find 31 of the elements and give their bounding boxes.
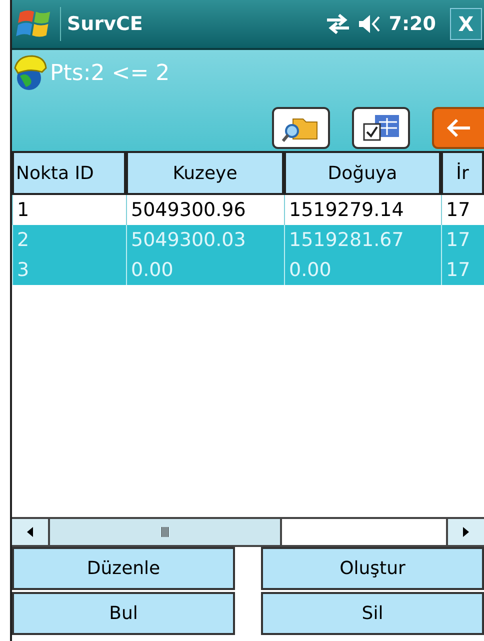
hardhat-globe-icon: [12, 54, 48, 92]
table-cell: 0.00: [126, 255, 284, 285]
column-header[interactable]: Doğuya: [284, 153, 441, 195]
table-cell: 1519281.67: [284, 225, 441, 255]
folder-search-button[interactable]: [272, 107, 330, 149]
connectivity-icon[interactable]: [324, 13, 351, 35]
scroll-right-icon[interactable]: [446, 519, 484, 545]
window-title: SurvCE: [67, 13, 144, 35]
table-check-button[interactable]: [352, 107, 410, 149]
column-header[interactable]: Nokta ID: [12, 153, 126, 195]
action-button[interactable]: Bul: [12, 592, 235, 635]
table-cell: 17: [441, 255, 484, 285]
table-cell: 17: [441, 225, 484, 255]
scroll-left-icon[interactable]: [12, 519, 50, 545]
table-cell: 3: [12, 255, 126, 285]
table-check-icon: [361, 113, 401, 143]
table-cell: 2: [12, 225, 126, 255]
horizontal-scrollbar[interactable]: [12, 517, 484, 547]
action-button[interactable]: Oluştur: [261, 547, 484, 590]
column-header[interactable]: Kuzeye: [126, 153, 284, 195]
table-cell: 5049300.03: [126, 225, 284, 255]
table-cell: 0.00: [284, 255, 441, 285]
column-header[interactable]: İr: [441, 153, 484, 195]
grip-icon: [161, 527, 169, 537]
back-button[interactable]: [432, 107, 484, 149]
points-status: Pts:2 <= 2: [50, 60, 170, 86]
clock-time: 7:20: [388, 13, 436, 35]
scroll-thumb[interactable]: [50, 519, 282, 545]
action-button[interactable]: Düzenle: [12, 547, 235, 590]
close-button[interactable]: X: [450, 8, 482, 40]
action-button[interactable]: Sil: [261, 592, 484, 635]
